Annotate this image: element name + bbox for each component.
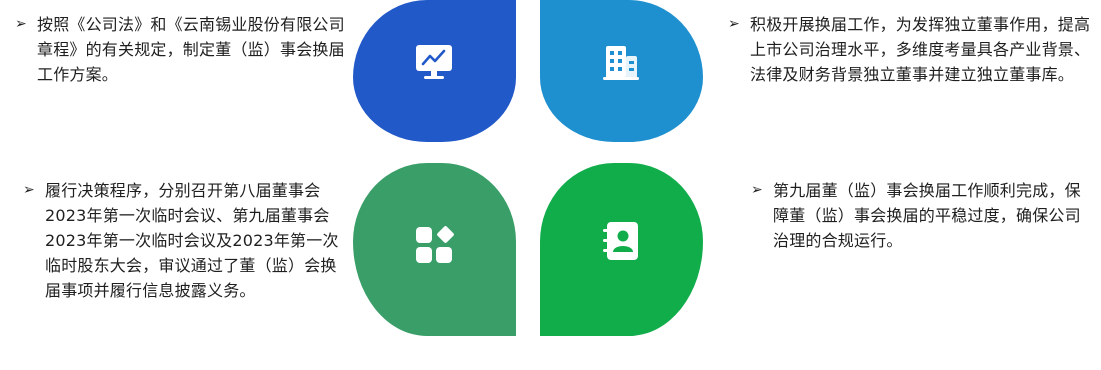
petal-top-right xyxy=(540,0,703,142)
paragraph-text: 积极开展换届工作，为发挥独立董事作用，提高上市公司治理水平，多维度考量具各产业背… xyxy=(750,15,1091,84)
contact-book-icon xyxy=(603,222,638,260)
petal-bottom-left xyxy=(353,163,516,336)
paragraph-top-right: ➢ 积极开展换届工作，为发挥独立董事作用，提高上市公司治理水平，多维度考量具各产… xyxy=(728,12,1095,87)
paragraph-bottom-right: ➢ 第九届董（监）事会换届工作顺利完成，保障董（监）事会换届的平稳过度，确保公司… xyxy=(751,178,1095,253)
paragraph-text: 履行决策程序，分别召开第八届董事会2023年第一次临时会议、第九届董事会2023… xyxy=(45,181,339,300)
bullet-icon: ➢ xyxy=(728,16,740,32)
paragraph-text: 第九届董（监）事会换届工作顺利完成，保障董（监）事会换届的平稳过度，确保公司治理… xyxy=(773,181,1081,250)
petal-top-left xyxy=(353,0,516,142)
paragraph-text: 按照《公司法》和《云南锡业股份有限公司章程》的有关规定，制定董（监）事会换届工作… xyxy=(37,15,345,84)
building-icon xyxy=(603,46,639,80)
bullet-icon: ➢ xyxy=(751,182,763,198)
monitor-chart-icon xyxy=(416,45,452,79)
petal-bottom-right xyxy=(540,163,703,336)
apps-grid-icon xyxy=(416,226,454,263)
bullet-icon: ➢ xyxy=(15,16,27,32)
paragraph-bottom-left: ➢ 履行决策程序，分别召开第八届董事会2023年第一次临时会议、第九届董事会20… xyxy=(23,178,345,303)
bullet-icon: ➢ xyxy=(23,182,35,198)
paragraph-top-left: ➢ 按照《公司法》和《云南锡业股份有限公司章程》的有关规定，制定董（监）事会换届… xyxy=(15,12,357,87)
